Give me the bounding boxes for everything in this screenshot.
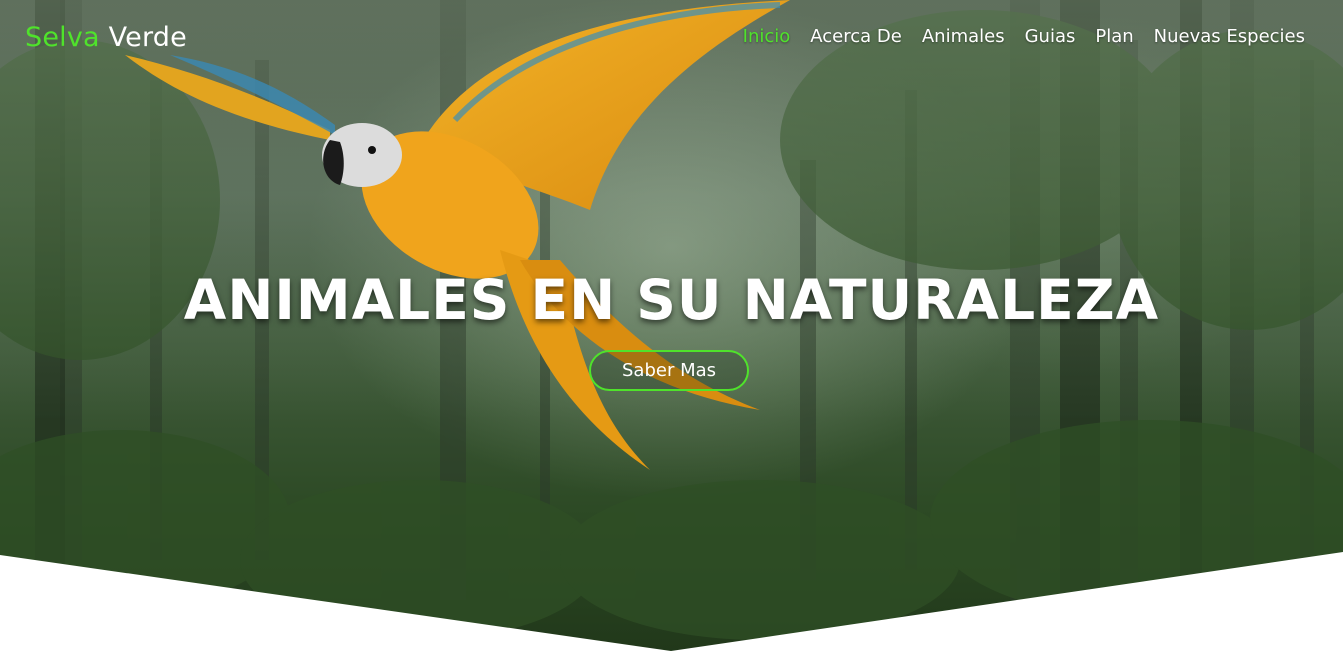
main-nav: Inicio Acerca De Animales Guias Plan Nue… <box>743 25 1305 49</box>
nav-link-animales[interactable]: Animales <box>922 25 1005 49</box>
logo-accent-text: Selva <box>25 22 100 53</box>
site-logo[interactable]: Selva Verde <box>25 20 187 56</box>
nav-link-plan[interactable]: Plan <box>1095 25 1133 49</box>
nav-link-acerca-de[interactable]: Acerca De <box>810 25 902 49</box>
hero-title: ANIMALES EN SU NATURALEZA <box>183 268 1160 332</box>
hero-section: Selva Verde Inicio Acerca De Animales Gu… <box>0 0 1343 651</box>
nav-link-nuevas-especies[interactable]: Nuevas Especies <box>1154 25 1305 49</box>
nav-link-inicio[interactable]: Inicio <box>743 25 791 49</box>
logo-rest-text: Verde <box>108 22 187 53</box>
nav-link-guias[interactable]: Guias <box>1025 25 1076 49</box>
saber-mas-button[interactable]: Saber Mas <box>589 350 749 391</box>
